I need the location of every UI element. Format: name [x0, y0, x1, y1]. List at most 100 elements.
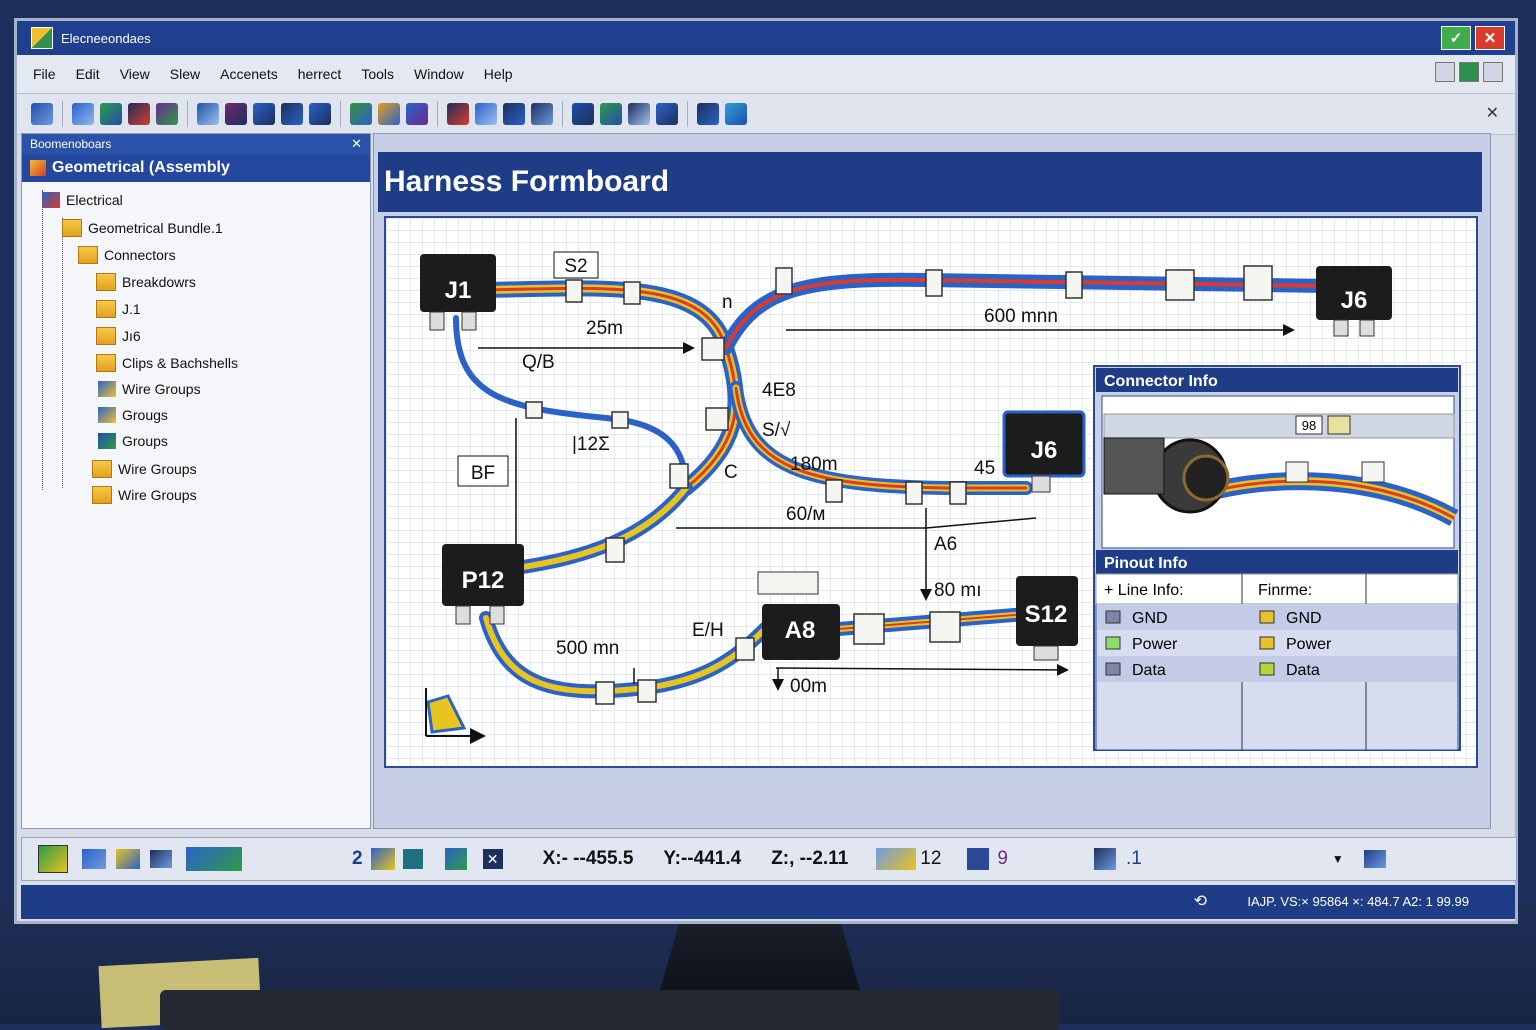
- connector-info-panel[interactable]: Connector Info 98 Pinout Info + Line Inf…: [1093, 365, 1461, 751]
- tree-item-wire-groups-2[interactable]: Wire Groups: [92, 460, 197, 478]
- monitor-stand: [660, 920, 860, 990]
- pointer-icon[interactable]: [406, 103, 428, 125]
- minimize-icon[interactable]: [1483, 62, 1503, 82]
- wave-icon[interactable]: [116, 849, 140, 869]
- formboard-title-bar: Harness Formboard: [378, 152, 1482, 212]
- tree-item-connectors[interactable]: Connectors: [78, 246, 176, 264]
- text-icon[interactable]: [150, 850, 172, 868]
- check-icon[interactable]: [967, 848, 990, 870]
- folder-icon: [78, 246, 98, 264]
- refresh-icon[interactable]: ⟲: [1194, 891, 1207, 911]
- menu-tools[interactable]: Tools: [361, 66, 394, 82]
- menu-view[interactable]: View: [120, 66, 150, 82]
- monitor-icon[interactable]: [725, 103, 747, 125]
- label-a6: A6: [934, 534, 957, 555]
- tree-item-grougs[interactable]: Grougs: [98, 407, 168, 423]
- coord-x: X:- --455.5: [542, 848, 634, 869]
- menu-help[interactable]: Help: [484, 66, 513, 82]
- menu-file[interactable]: File: [33, 66, 56, 82]
- bottom-info-bar: IAJP. VS:× 95864 ×: 484.7 A2: 1 99.99 ⟲: [21, 885, 1515, 919]
- status-one: .1: [1125, 848, 1142, 869]
- toolbar: ✕: [17, 93, 1515, 135]
- segment-icon[interactable]: [253, 103, 275, 125]
- keypad-icon[interactable]: [1093, 848, 1116, 870]
- new-icon[interactable]: [31, 103, 53, 125]
- menu-accenets[interactable]: Accenets: [220, 66, 278, 82]
- cancel-icon[interactable]: ✕: [482, 849, 503, 869]
- cut-icon[interactable]: [447, 103, 469, 125]
- tree-item-wire-groups-3[interactable]: Wire Groups: [92, 486, 197, 504]
- tree-root[interactable]: Geometrical (Assembly: [22, 154, 370, 182]
- connector-a8[interactable]: A8: [757, 571, 840, 660]
- table-icon[interactable]: [628, 103, 650, 125]
- harness-drawing[interactable]: J1 J6 J6 P12 A8 S12 S2 25m Q/B n 600 mnn…: [386, 218, 1476, 766]
- tile-icon[interactable]: [1459, 62, 1479, 82]
- chart-icon[interactable]: [531, 103, 553, 125]
- pinout-line-label: Data: [1132, 662, 1166, 679]
- connector-j6-top[interactable]: J6: [1316, 266, 1392, 337]
- connector-info-title: Connector Info: [1104, 373, 1218, 390]
- label-25m: 25m: [586, 318, 623, 339]
- layer-icon[interactable]: [402, 849, 423, 869]
- clip-icon[interactable]: [281, 103, 303, 125]
- tree-item-electrical[interactable]: Electrical: [42, 192, 123, 208]
- menu-edit[interactable]: Edit: [76, 66, 100, 82]
- app-logo-icon: [31, 27, 53, 49]
- route-icon[interactable]: [197, 103, 219, 125]
- connector-p12-label: P12: [462, 567, 505, 594]
- formboard-title: Harness Formboard: [384, 165, 670, 198]
- arrow-icon[interactable]: [309, 103, 331, 125]
- settings-icon[interactable]: [1363, 850, 1386, 868]
- plane-icon[interactable]: [697, 103, 719, 125]
- tree-item-breakdowns[interactable]: Breakdowrs: [96, 273, 196, 291]
- expand-icon[interactable]: [572, 103, 594, 125]
- link-icon[interactable]: [72, 103, 94, 125]
- tree-item-j6[interactable]: Jı6: [96, 327, 141, 345]
- color-swatch: [1259, 662, 1275, 676]
- tree-panel-close-icon[interactable]: ✕: [351, 136, 362, 152]
- component-icon[interactable]: [156, 103, 178, 125]
- maximize-button[interactable]: ✓: [1441, 26, 1471, 50]
- dropdown-icon[interactable]: ▼: [1332, 852, 1344, 866]
- tree-item-clips-backshells[interactable]: Clips & Bachshells: [96, 354, 238, 372]
- pinout-col-line-info: + Line Info:: [1104, 582, 1184, 599]
- formboard-canvas[interactable]: J1 J6 J6 P12 A8 S12 S2 25m Q/B n 600 mnn…: [384, 216, 1478, 768]
- menu-window[interactable]: Window: [414, 66, 464, 82]
- assembly-icon[interactable]: [100, 103, 122, 125]
- menu-herrect[interactable]: herrect: [298, 66, 342, 82]
- bundle-folder-icon: [62, 219, 82, 237]
- connector-j6-mid[interactable]: J6: [1002, 410, 1086, 493]
- measure-icon[interactable]: [378, 103, 400, 125]
- close-button[interactable]: ✕: [1475, 26, 1505, 50]
- label-80m: 80 mı: [934, 580, 982, 601]
- shapes-icon[interactable]: [186, 847, 242, 871]
- formboard-icon[interactable]: [38, 845, 68, 873]
- label-qb: Q/B: [522, 352, 555, 373]
- network-icon[interactable]: [876, 848, 917, 870]
- bottom-info-text: IAJP. VS:× 95864 ×: 484.7 A2: 1 99.99: [1247, 894, 1469, 909]
- restore-icon[interactable]: [1435, 62, 1455, 82]
- snap-icon[interactable]: [370, 848, 395, 870]
- document-icon[interactable]: [656, 103, 678, 125]
- tree-item-j1[interactable]: J.1: [96, 300, 141, 318]
- monitor-screen: Elecneeondaes ✓ ✕ File Edit View Slew Ac…: [14, 18, 1518, 924]
- pen-icon[interactable]: [444, 848, 467, 870]
- tag-icon[interactable]: [475, 103, 497, 125]
- folder-icon: [92, 460, 112, 478]
- wire-icon[interactable]: [350, 103, 372, 125]
- toolbar-close-icon[interactable]: ✕: [1486, 103, 1499, 123]
- tree-item-wire-groups-1[interactable]: Wire Groups: [98, 381, 201, 397]
- fit-icon[interactable]: [600, 103, 622, 125]
- curve-icon[interactable]: [82, 849, 106, 869]
- label-12: |12Σ: [572, 434, 610, 455]
- bundle-icon[interactable]: [225, 103, 247, 125]
- tree-item-geometrical-bundle[interactable]: Geometrical Bundle.1: [62, 219, 223, 237]
- grid-icon[interactable]: [503, 103, 525, 125]
- assembly-icon: [30, 160, 46, 176]
- keyboard: [160, 990, 1060, 1030]
- tree-item-groups[interactable]: Groups: [98, 433, 168, 449]
- wire-group-icon: [98, 433, 116, 449]
- menu-slew[interactable]: Slew: [170, 66, 200, 82]
- branch-icon[interactable]: [128, 103, 150, 125]
- connector-s12[interactable]: S12: [1016, 576, 1078, 661]
